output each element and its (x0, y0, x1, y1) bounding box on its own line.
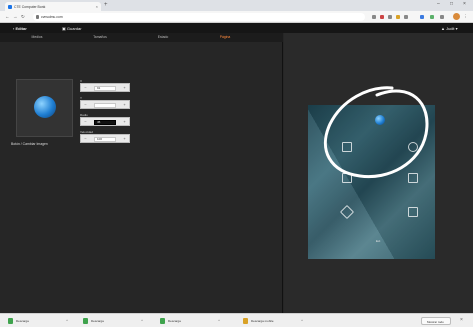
editor-app: ‹ Editar ▣ Guardar ▲ Judit ▾ Medios Tama… (0, 23, 473, 313)
preview-panel: Ext (284, 33, 473, 313)
grid-icon[interactable] (342, 142, 352, 152)
extension-icon[interactable] (396, 15, 400, 19)
subtab-bar: Medios Tamaños Estado Página (0, 33, 283, 42)
reload-icon[interactable]: ↻ (21, 14, 25, 20)
properties-panel: Medios Tamaños Estado Página Botón / Cam… (0, 33, 283, 313)
browser-tab[interactable]: CTE Computer Bonk × (5, 2, 101, 11)
back-button[interactable]: ‹ Editar (13, 26, 27, 31)
decrement-icon[interactable]: − (83, 136, 88, 141)
close-tab-icon[interactable]: × (96, 4, 98, 9)
decrement-icon[interactable]: − (83, 102, 88, 107)
chevron-up-icon[interactable]: ^ (141, 318, 143, 323)
extension-icon[interactable] (388, 15, 392, 19)
cube-icon[interactable] (339, 204, 355, 220)
menu-kebab-icon[interactable]: ⋮ (463, 14, 468, 20)
globe-icon[interactable] (375, 115, 385, 125)
new-tab-button[interactable]: + (104, 2, 108, 9)
chevron-up-icon[interactable]: ^ (66, 318, 68, 323)
x-input[interactable]: 91 (94, 85, 116, 91)
extension-icon[interactable] (420, 15, 424, 19)
y-input[interactable] (94, 102, 116, 108)
download-name: Descarga mobile (251, 319, 274, 323)
profile-avatar[interactable] (453, 13, 460, 20)
address-bar-row: ← → ↻ cvnsulmu.com ⋮ (0, 11, 473, 23)
page-preview[interactable]: Ext (308, 105, 435, 259)
inbox-icon[interactable] (342, 173, 352, 183)
download-name: Descarga (91, 319, 104, 323)
extension-icon[interactable] (372, 15, 376, 19)
increment-icon[interactable]: + (122, 102, 127, 107)
download-name: Descarga (16, 319, 29, 323)
show-all-button[interactable]: Mostrar todo (421, 317, 451, 325)
y-stepper[interactable]: − + (80, 100, 130, 109)
radio-input[interactable]: 45 (94, 119, 116, 125)
favicon-icon (8, 4, 12, 9)
tab-estado[interactable]: Estado (138, 35, 188, 39)
show-all-label: Mostrar todo (427, 320, 444, 324)
back-arrow-icon[interactable]: ← (5, 14, 10, 19)
lock-icon (36, 15, 39, 19)
tab-medios[interactable]: Medios (12, 35, 62, 39)
extension-icon[interactable] (440, 15, 444, 19)
url-input[interactable]: cvnsulmu.com (33, 13, 365, 21)
app-header: ‹ Editar ▣ Guardar ▲ Judit ▾ (0, 23, 473, 33)
increment-icon[interactable]: + (122, 119, 127, 124)
url-text: cvnsulmu.com (41, 15, 63, 19)
extension-icon[interactable] (404, 15, 408, 19)
chevron-up-icon[interactable]: ^ (301, 318, 303, 323)
forward-arrow-icon[interactable]: → (13, 14, 18, 19)
file-icon (243, 318, 248, 324)
maximize-icon[interactable]: □ (450, 1, 453, 7)
velocidad-stepper[interactable]: − 100 + (80, 134, 130, 143)
increment-icon[interactable]: + (122, 85, 127, 90)
download-item[interactable]: Descarga mobile ^ (243, 317, 303, 325)
tab-pagina[interactable]: Página (200, 35, 250, 39)
file-icon (83, 318, 88, 324)
velocidad-input[interactable]: 100 (94, 136, 116, 142)
browser-tab-strip: CTE Computer Bonk × + – □ × (0, 0, 473, 11)
file-icon (160, 318, 165, 324)
preview-label: Ext (376, 239, 381, 243)
increment-icon[interactable]: + (122, 136, 127, 141)
close-download-bar-icon[interactable]: × (460, 317, 463, 323)
decrement-icon[interactable]: − (83, 85, 88, 90)
user-menu[interactable]: ▲ Judit ▾ (441, 26, 458, 31)
minimize-icon[interactable]: – (437, 1, 440, 7)
download-name: Descarga (168, 319, 181, 323)
radio-stepper[interactable]: − 45 + (80, 117, 130, 126)
download-item[interactable]: Descarga ^ (83, 317, 143, 325)
decrement-icon[interactable]: − (83, 119, 88, 124)
chevron-up-icon[interactable]: ^ (218, 318, 220, 323)
download-item[interactable]: Descarga ^ (160, 317, 220, 325)
extension-icon[interactable] (430, 15, 434, 19)
tab-tamanos[interactable]: Tamaños (75, 35, 125, 39)
image-card[interactable] (16, 79, 73, 137)
pattern-icon[interactable] (408, 173, 418, 183)
globe-icon (34, 96, 56, 118)
extension-icon[interactable] (380, 15, 384, 19)
chest-icon[interactable] (408, 207, 418, 217)
download-bar: Descarga ^ Descarga ^ Descarga ^ Descarg… (0, 313, 473, 327)
circle-icon[interactable] (408, 142, 418, 152)
x-stepper[interactable]: − 91 + (80, 83, 130, 92)
download-item[interactable]: Descarga ^ (8, 317, 68, 325)
save-button[interactable]: ▣ Guardar (62, 26, 82, 31)
tab-title: CTE Computer Bonk (14, 4, 46, 9)
file-icon (8, 318, 13, 324)
image-card-caption: Botón / Cambiar Imagen (11, 142, 48, 146)
close-window-icon[interactable]: × (463, 1, 466, 7)
